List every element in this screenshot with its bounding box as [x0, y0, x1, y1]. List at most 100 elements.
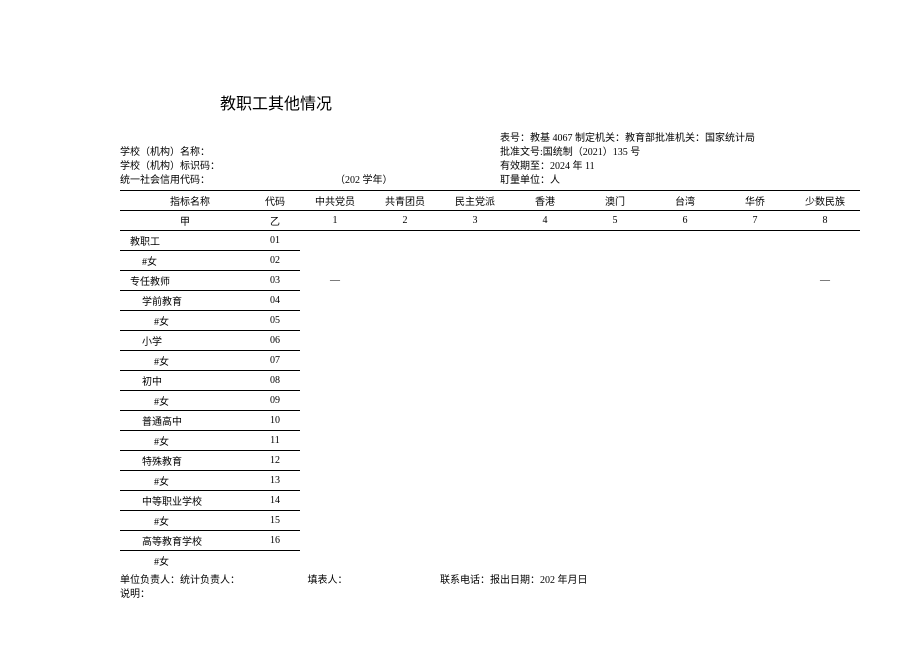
table-row: 普通高中10: [120, 411, 860, 431]
col-c4: 香港: [510, 191, 580, 211]
row-cell: [720, 311, 790, 331]
meta-right: 表号：教基 4067 制定机关：教育部批准机关：国家统计局 批准文号:国统制（2…: [500, 132, 860, 188]
approval-number: 批准文号:国统制（2021）135 号: [500, 146, 860, 160]
row-cell: [370, 231, 440, 251]
row-cell: [510, 451, 580, 471]
row-cell: [790, 391, 860, 411]
main-table: 指标名称 代码 中共党员 共青团员 民主党派 香港 澳门 台湾 华侨 少数民族 …: [120, 190, 860, 570]
row-cell: [510, 531, 580, 551]
meta-spacer: [120, 132, 500, 146]
row-cell: [720, 531, 790, 551]
sub-4: 4: [510, 211, 580, 231]
table-row: 特殊教育12: [120, 451, 860, 471]
row-cell: [370, 251, 440, 271]
row-cell: [370, 331, 440, 351]
row-cell: [650, 231, 720, 251]
row-label: #女: [120, 251, 250, 271]
valid-until: 有效期至：2024 年 11: [500, 160, 860, 174]
row-cell: [720, 491, 790, 511]
row-cell: [370, 551, 440, 571]
row-code: 10: [250, 411, 300, 431]
sub-2: 2: [370, 211, 440, 231]
row-label: 学前教育: [120, 291, 250, 311]
row-cell: [440, 251, 510, 271]
row-cell: [580, 251, 650, 271]
row-cell: [440, 271, 510, 291]
row-cell: [650, 411, 720, 431]
row-cell: [440, 371, 510, 391]
row-cell: —: [300, 271, 370, 291]
row-cell: [370, 391, 440, 411]
row-cell: [580, 391, 650, 411]
sub-3: 3: [440, 211, 510, 231]
table-subheader-row: 甲 乙 1 2 3 4 5 6 7 8: [120, 211, 860, 231]
row-cell: [580, 371, 650, 391]
row-label: #女: [120, 351, 250, 371]
row-cell: [650, 551, 720, 571]
table-row: #女07: [120, 351, 860, 371]
measure-unit: 耵量单位：人: [500, 174, 860, 188]
row-cell: [720, 451, 790, 471]
row-cell: [580, 291, 650, 311]
row-cell: [440, 291, 510, 311]
row-cell: [650, 251, 720, 271]
row-cell: [370, 291, 440, 311]
table-row: 学前教育04: [120, 291, 860, 311]
col-c7: 华侨: [720, 191, 790, 211]
school-id-label: 学校（机构）标识码：: [120, 160, 500, 174]
row-cell: [440, 511, 510, 531]
row-cell: [370, 531, 440, 551]
footer-line1: 单位负责人：统计负责人： 填表人： 联系电话：报出日期：202 年月日: [120, 574, 860, 588]
row-cell: [510, 351, 580, 371]
row-cell: [510, 551, 580, 571]
page-title: 教职工其他情况: [220, 90, 860, 114]
row-cell: [650, 391, 720, 411]
row-cell: [300, 551, 370, 571]
row-cell: [580, 551, 650, 571]
row-cell: [790, 351, 860, 371]
row-cell: [440, 311, 510, 331]
row-cell: [650, 451, 720, 471]
row-label: 普通高中: [120, 411, 250, 431]
row-cell: [510, 431, 580, 451]
row-cell: [440, 391, 510, 411]
row-code: 11: [250, 431, 300, 451]
row-label: 中等职业学校: [120, 491, 250, 511]
table-row: #女: [120, 551, 860, 571]
row-cell: [790, 331, 860, 351]
sub-5: 5: [580, 211, 650, 231]
row-label: #女: [120, 471, 250, 491]
row-code: 03: [250, 271, 300, 291]
row-label: #女: [120, 551, 250, 571]
school-name-label: 学校（机构）名称：: [120, 146, 500, 160]
academic-year: （202 学年）: [335, 175, 393, 186]
row-cell: [650, 531, 720, 551]
row-code: 01: [250, 231, 300, 251]
col-c2: 共青团员: [370, 191, 440, 211]
row-code: 13: [250, 471, 300, 491]
col-c3: 民主党派: [440, 191, 510, 211]
footer-block: 单位负责人：统计负责人： 填表人： 联系电话：报出日期：202 年月日 说明：: [120, 574, 860, 602]
row-code: 08: [250, 371, 300, 391]
row-cell: [790, 291, 860, 311]
row-cell: [370, 311, 440, 331]
table-row: #女11: [120, 431, 860, 451]
row-cell: [370, 411, 440, 431]
row-cell: [790, 531, 860, 551]
row-cell: [440, 491, 510, 511]
row-cell: [790, 311, 860, 331]
row-cell: —: [790, 271, 860, 291]
row-cell: [510, 291, 580, 311]
row-cell: [510, 231, 580, 251]
row-cell: [300, 531, 370, 551]
row-cell: [650, 331, 720, 351]
row-cell: [720, 371, 790, 391]
table-row: #女13: [120, 471, 860, 491]
sub-code: 乙: [250, 211, 300, 231]
row-cell: [510, 371, 580, 391]
row-cell: [300, 451, 370, 471]
row-cell: [300, 231, 370, 251]
row-cell: [440, 531, 510, 551]
row-cell: [580, 491, 650, 511]
row-cell: [650, 311, 720, 331]
